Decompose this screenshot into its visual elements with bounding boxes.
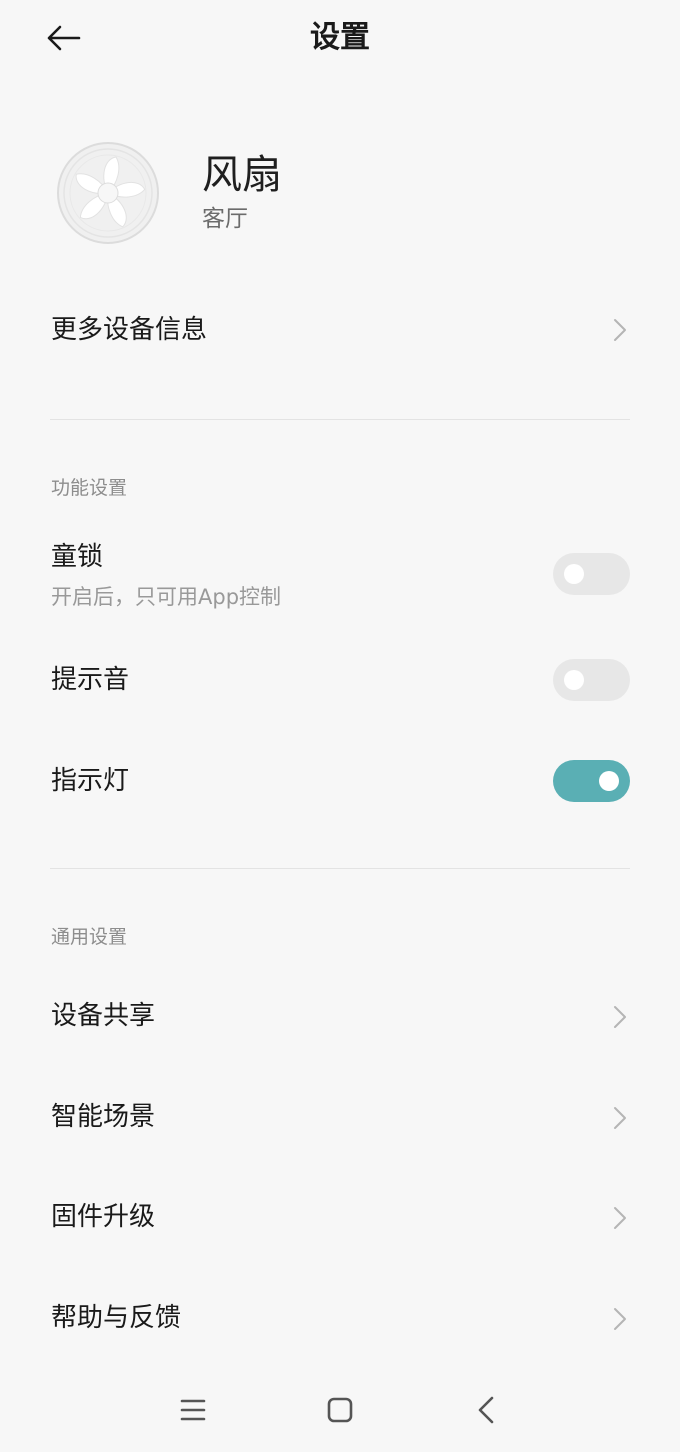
more-device-info-row[interactable]: 更多设备信息 bbox=[0, 290, 680, 370]
fan-icon bbox=[57, 142, 159, 244]
setting-row-sound: 提示音 bbox=[0, 640, 680, 720]
menu-icon bbox=[180, 1399, 206, 1421]
chevron-right-icon bbox=[614, 1207, 626, 1229]
firmware-upgrade-label: 固件升级 bbox=[51, 1202, 156, 1232]
section-title-function: 功能设置 bbox=[51, 477, 128, 499]
sound-toggle[interactable] bbox=[553, 659, 630, 701]
setting-row-indicator-light: 指示灯 bbox=[0, 740, 680, 820]
chevron-right-icon bbox=[614, 1308, 626, 1330]
general-item-firmware-upgrade[interactable]: 固件升级 bbox=[0, 1178, 680, 1258]
app-header: 设置 bbox=[0, 0, 680, 76]
indicator-light-toggle[interactable] bbox=[553, 760, 630, 802]
general-item-help-feedback[interactable]: 帮助与反馈 bbox=[0, 1279, 680, 1359]
child-lock-description: 开启后，只可用App控制 bbox=[51, 585, 282, 609]
divider bbox=[50, 419, 630, 420]
child-lock-label: 童锁 bbox=[51, 542, 104, 572]
menu-button[interactable] bbox=[171, 1390, 215, 1430]
general-item-device-sharing[interactable]: 设备共享 bbox=[0, 977, 680, 1057]
more-device-info-label: 更多设备信息 bbox=[51, 315, 208, 345]
device-card: 风扇 客厅 bbox=[50, 138, 630, 248]
toggle-knob bbox=[599, 771, 619, 791]
chevron-right-icon bbox=[614, 1107, 626, 1129]
home-icon bbox=[327, 1397, 353, 1423]
toggle-knob bbox=[564, 564, 584, 584]
back-icon bbox=[478, 1396, 494, 1424]
indicator-light-label: 指示灯 bbox=[51, 766, 130, 796]
smart-scenes-label: 智能场景 bbox=[51, 1102, 156, 1132]
device-sharing-label: 设备共享 bbox=[51, 1001, 156, 1031]
section-title-general: 通用设置 bbox=[51, 926, 128, 948]
child-lock-toggle[interactable] bbox=[553, 553, 630, 595]
sound-label: 提示音 bbox=[51, 665, 130, 695]
home-button[interactable] bbox=[318, 1390, 362, 1430]
general-item-smart-scenes[interactable]: 智能场景 bbox=[0, 1078, 680, 1158]
toggle-knob bbox=[564, 670, 584, 690]
chevron-right-icon bbox=[614, 319, 626, 341]
system-nav-bar bbox=[0, 1372, 680, 1452]
setting-row-child-lock: 童锁 开启后，只可用App控制 bbox=[0, 530, 680, 620]
divider bbox=[50, 868, 630, 869]
chevron-right-icon bbox=[614, 1006, 626, 1028]
device-room: 客厅 bbox=[202, 206, 248, 232]
device-name: 风扇 bbox=[202, 152, 282, 198]
back-nav-button[interactable] bbox=[464, 1390, 508, 1430]
page-title: 设置 bbox=[310, 20, 370, 55]
help-feedback-label: 帮助与反馈 bbox=[51, 1303, 182, 1333]
